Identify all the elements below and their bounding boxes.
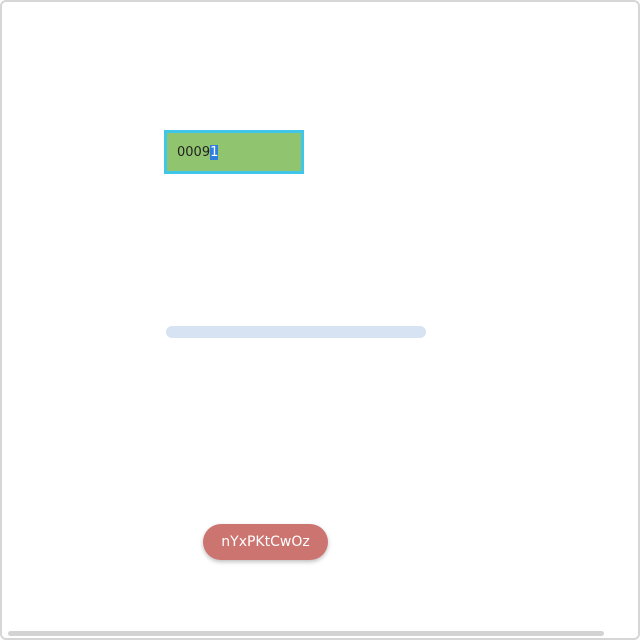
text-input[interactable]: 0009 1 (164, 130, 304, 174)
action-button[interactable]: nYxPKtCwOz (203, 524, 328, 560)
input-value-text: 0009 (177, 144, 211, 160)
input-selected-text: 1 (210, 144, 219, 160)
horizontal-scrollbar[interactable] (8, 631, 604, 636)
slider-track[interactable] (166, 326, 426, 338)
page-frame: 0009 1 nYxPKtCwOz (0, 0, 640, 640)
